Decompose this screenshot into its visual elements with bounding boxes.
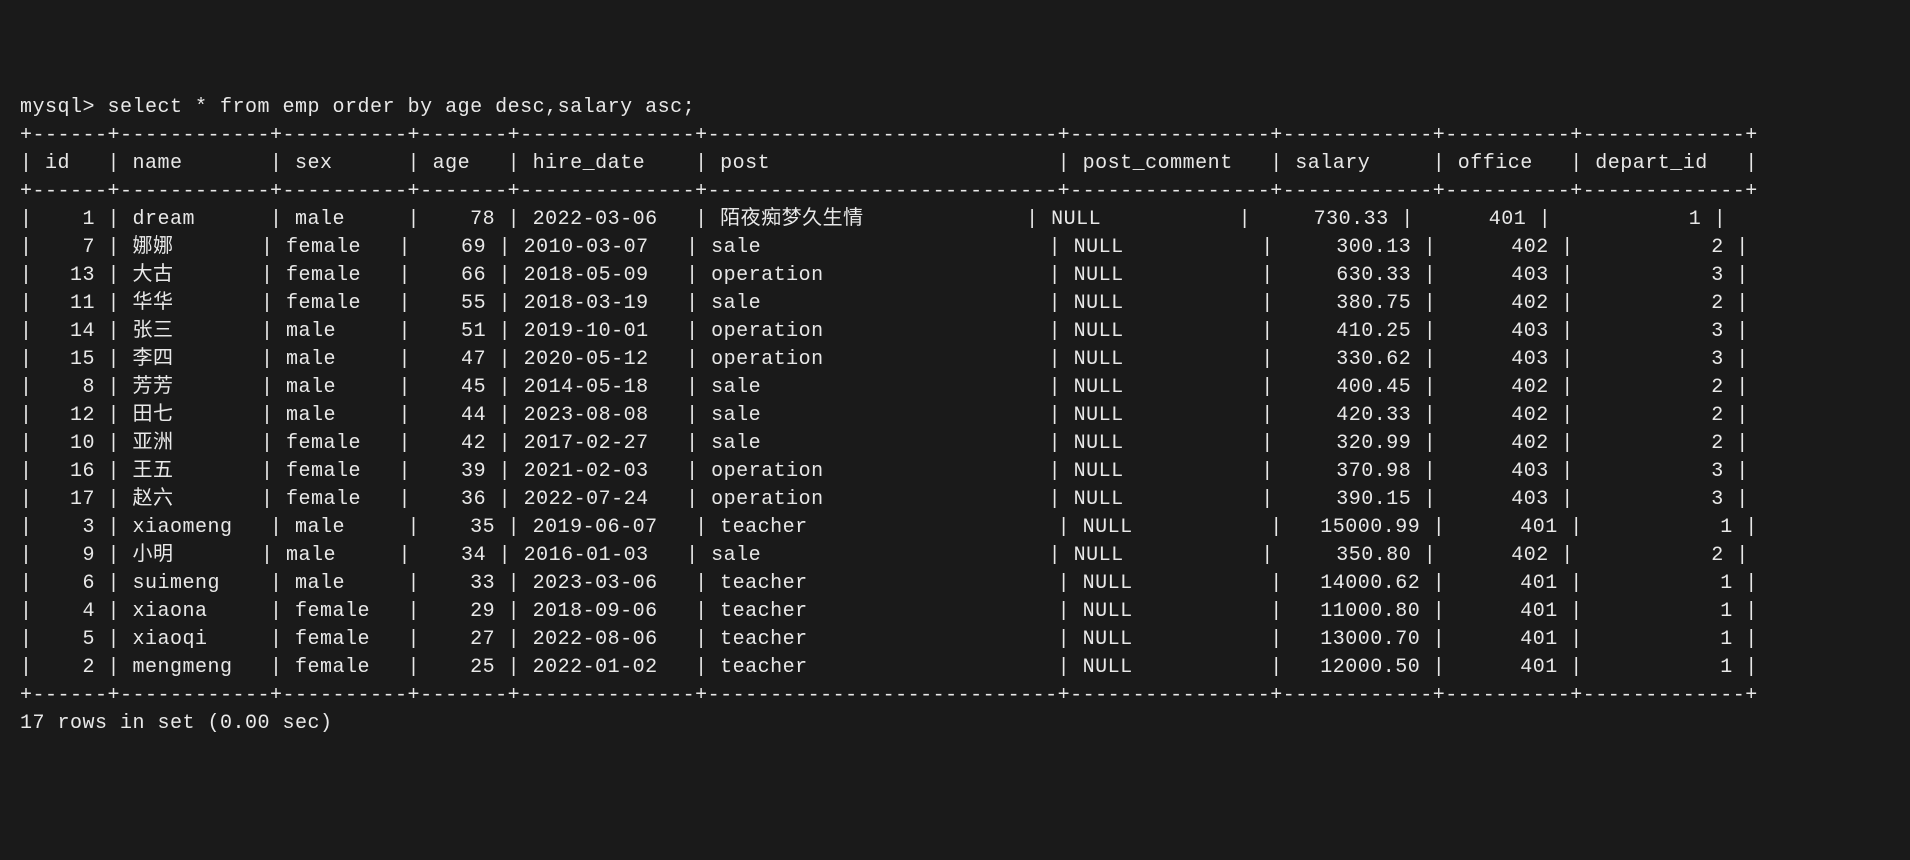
table-row: | 3 | xiaomeng | male | 35 | 2019-06-07 … [20,516,1758,539]
table-row: | 6 | suimeng | male | 33 | 2023-03-06 |… [20,572,1758,595]
table-row: | 11 | 华华 | female | 55 | 2018-03-19 | s… [20,292,1749,315]
sql-query: select * from emp order by age desc,sala… [108,96,696,119]
table-row: | 8 | 芳芳 | male | 45 | 2014-05-18 | sale… [20,376,1749,399]
table-row: | 17 | 赵六 | female | 36 | 2022-07-24 | o… [20,488,1749,511]
table-border-bottom: +------+------------+----------+-------+… [20,684,1758,707]
table-row: | 14 | 张三 | male | 51 | 2019-10-01 | ope… [20,320,1749,343]
mysql-terminal[interactable]: mysql> select * from emp order by age de… [20,94,1890,738]
table-row: | 1 | dream | male | 78 | 2022-03-06 | 陌… [20,208,1726,231]
query-status: 17 rows in set (0.00 sec) [20,712,333,735]
table-row: | 10 | 亚洲 | female | 42 | 2017-02-27 | s… [20,432,1749,455]
table-row: | 4 | xiaona | female | 29 | 2018-09-06 … [20,600,1758,623]
mysql-prompt: mysql> [20,96,108,119]
table-row: | 13 | 大古 | female | 66 | 2018-05-09 | o… [20,264,1749,287]
table-row: | 2 | mengmeng | female | 25 | 2022-01-0… [20,656,1758,679]
table-border-top: +------+------------+----------+-------+… [20,124,1758,147]
table-row: | 7 | 娜娜 | female | 69 | 2010-03-07 | sa… [20,236,1749,259]
table-header: | id | name | sex | age | hire_date | po… [20,152,1758,175]
table-border-header: +------+------------+----------+-------+… [20,180,1758,203]
table-row: | 9 | 小明 | male | 34 | 2016-01-03 | sale… [20,544,1749,567]
table-row: | 15 | 李四 | male | 47 | 2020-05-12 | ope… [20,348,1749,371]
table-row: | 16 | 王五 | female | 39 | 2021-02-03 | o… [20,460,1749,483]
table-row: | 12 | 田七 | male | 44 | 2023-08-08 | sal… [20,404,1749,427]
table-row: | 5 | xiaoqi | female | 27 | 2022-08-06 … [20,628,1758,651]
